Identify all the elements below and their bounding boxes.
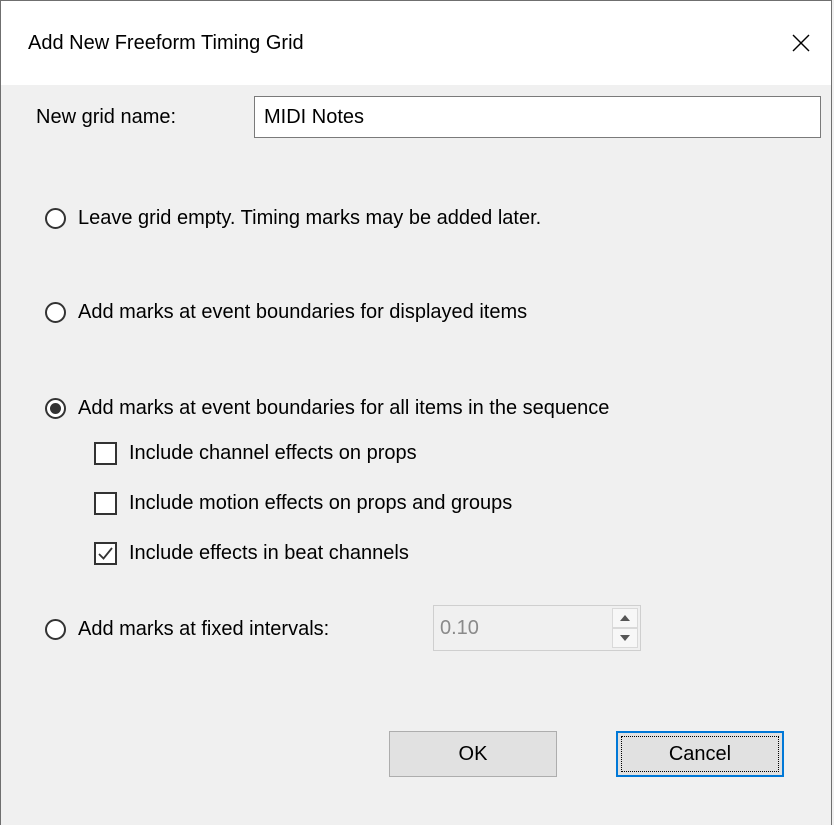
radio-button-selected[interactable]: [45, 398, 66, 419]
spin-down-button[interactable]: [612, 628, 638, 648]
checkbox-beat-channels[interactable]: Include effects in beat channels: [94, 542, 409, 565]
ok-button[interactable]: OK: [389, 731, 557, 777]
radio-fixed-intervals-label: Add marks at fixed intervals:: [78, 618, 330, 640]
radio-fixed-intervals[interactable]: Add marks at fixed intervals:: [45, 618, 329, 641]
checkbox-box[interactable]: [94, 492, 117, 515]
grid-name-label: New grid name:: [36, 106, 177, 128]
radio-displayed-items[interactable]: Add marks at event boundaries for displa…: [45, 301, 527, 324]
spin-up-button[interactable]: [612, 608, 638, 628]
dialog-window: Add New Freeform Timing Grid New grid na…: [0, 0, 832, 825]
radio-button[interactable]: [45, 208, 66, 229]
radio-all-items-label: Add marks at event boundaries for all it…: [78, 397, 610, 419]
arrow-down-icon: [620, 635, 630, 641]
dialog-title: Add New Freeform Timing Grid: [28, 32, 304, 54]
title-bar: Add New Freeform Timing Grid: [1, 1, 831, 85]
checkbox-channel-effects-label: Include channel effects on props: [129, 442, 417, 464]
radio-button[interactable]: [45, 302, 66, 323]
interval-input[interactable]: [434, 606, 610, 650]
checkbox-channel-effects[interactable]: Include channel effects on props: [94, 442, 417, 465]
checkmark-icon: [98, 547, 113, 560]
checkbox-beat-channels-label: Include effects in beat channels: [129, 542, 409, 564]
grid-name-input[interactable]: [254, 96, 821, 138]
radio-button[interactable]: [45, 619, 66, 640]
checkbox-box[interactable]: [94, 442, 117, 465]
cancel-button-label: Cancel: [668, 742, 732, 765]
close-button[interactable]: [771, 1, 831, 85]
radio-selected-dot: [50, 403, 61, 414]
checkbox-box-checked[interactable]: [94, 542, 117, 565]
arrow-up-icon: [620, 615, 630, 621]
checkbox-motion-effects-label: Include motion effects on props and grou…: [129, 492, 513, 514]
interval-spinner[interactable]: [433, 605, 641, 651]
checkbox-motion-effects[interactable]: Include motion effects on props and grou…: [94, 492, 512, 515]
cancel-button[interactable]: Cancel: [616, 731, 784, 777]
radio-displayed-items-label: Add marks at event boundaries for displa…: [78, 301, 528, 323]
radio-all-items[interactable]: Add marks at event boundaries for all it…: [45, 397, 609, 420]
radio-leave-empty-label: Leave grid empty. Timing marks may be ad…: [78, 207, 542, 229]
radio-leave-empty[interactable]: Leave grid empty. Timing marks may be ad…: [45, 207, 541, 230]
close-icon: [792, 34, 810, 52]
